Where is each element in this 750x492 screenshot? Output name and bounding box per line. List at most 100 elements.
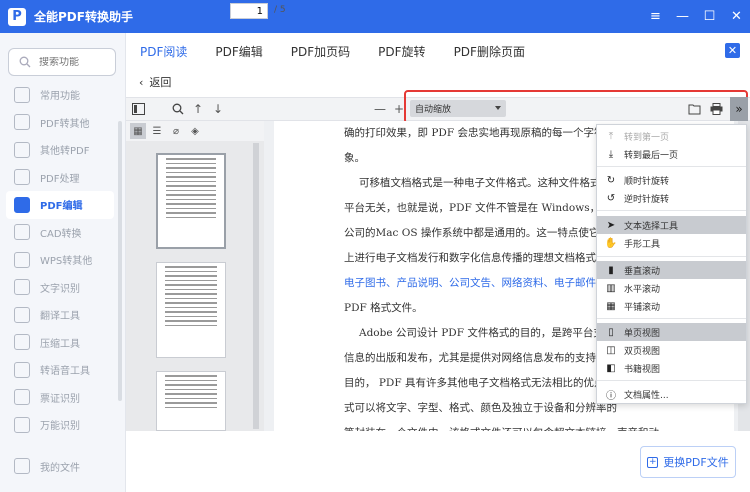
menu-item-double-page[interactable]: ◫ 双页视图 <box>597 341 746 359</box>
maximize-button[interactable]: ☐ <box>696 0 723 33</box>
tab-pdf-edit[interactable]: PDF编辑 <box>215 33 262 69</box>
menu-separator <box>597 256 746 257</box>
replace-pdf-label: 更换PDF文件 <box>663 456 729 469</box>
menu-item-label: 平铺滚动 <box>624 302 661 313</box>
search-input[interactable] <box>39 56 105 68</box>
tab-pdf-rotate[interactable]: PDF旋转 <box>378 33 425 69</box>
wps-icon <box>14 251 30 268</box>
menu-item-doc-properties[interactable]: ⓘ 文档属性... <box>597 385 746 403</box>
tab-pdf-page-number[interactable]: PDF加页码 <box>291 33 350 69</box>
menu-icon[interactable]: ≡ <box>642 0 669 33</box>
menu-item-label: 书籍视图 <box>624 364 661 375</box>
sidebar-scrollbar[interactable] <box>118 121 122 401</box>
tab-pdf-read[interactable]: PDF阅读 <box>140 33 187 69</box>
menu-item-last-page[interactable]: ⤓ 转到最后一页 <box>597 145 746 163</box>
cad-icon <box>14 224 30 241</box>
folder-icon <box>14 458 30 474</box>
page-thumbnail[interactable] <box>156 371 226 431</box>
secondary-toolbar-menu: ⤒ 转到第一页 ⤓ 转到最后一页 ↻ 顺时针旋转 ↺ 逆时针旋转 ➤ 文本选择工具 ✋ 手形… <box>596 124 747 404</box>
sidebar-item-cad[interactable]: CAD转换 <box>0 219 120 247</box>
menu-item-book-view[interactable]: ◧ 书籍视图 <box>597 359 746 377</box>
sidebar-item-pdf-to-other[interactable]: PDF转其他 <box>0 109 120 137</box>
close-window-button[interactable]: ✕ <box>723 0 750 33</box>
sidebar-item-common[interactable]: 常用功能 <box>0 81 120 109</box>
menu-item-label: 双页视图 <box>624 346 661 357</box>
sidebar-nav: 常用功能 PDF转其他 其他转PDF PDF处理 PDF编辑 CAD转换 WPS… <box>0 81 120 439</box>
arrow-down-icon[interactable]: ↓ <box>210 101 226 117</box>
menu-item-hand-tool[interactable]: ✋ 手形工具 <box>597 234 746 252</box>
zoom-value: 自动缩放 <box>415 105 452 115</box>
sidebar-item-label: PDF转其他 <box>40 118 90 130</box>
single-page-icon: ▯ <box>608 326 614 338</box>
menu-item-label: 文档属性... <box>624 390 669 401</box>
even-spread-icon: ◧ <box>606 362 616 374</box>
rotate-ccw-icon: ↺ <box>606 192 616 204</box>
sidebar-item-translate[interactable]: 翻译工具 <box>0 301 120 329</box>
menu-item-label: 垂直滚动 <box>624 266 661 277</box>
menu-item-label: 手形工具 <box>624 239 661 250</box>
menu-item-rotate-cw[interactable]: ↻ 顺时针旋转 <box>597 171 746 189</box>
thumbnail-scrollbar[interactable] <box>253 143 259 429</box>
menu-item-label: 顺时针旋转 <box>624 176 670 187</box>
menu-item-first-page[interactable]: ⤒ 转到第一页 <box>597 127 746 145</box>
tab-pdf-delete-pages[interactable]: PDF删除页面 <box>454 33 525 69</box>
my-files-link[interactable]: 我的文件 <box>14 458 80 474</box>
sidebar-item-tts[interactable]: 转语音工具 <box>0 356 120 384</box>
menu-separator <box>597 318 746 319</box>
sidebar-item-universal-ocr[interactable]: 万能识别 <box>0 411 120 439</box>
sidebar-toggle-icon[interactable] <box>130 101 146 117</box>
close-panel-button[interactable]: ✕ <box>725 43 740 58</box>
outline-icon[interactable]: ☰ <box>149 123 165 139</box>
vertical-scroll-icon: ▮ <box>608 264 614 276</box>
pdf-import-icon <box>14 141 30 158</box>
page-number-input[interactable] <box>230 3 268 19</box>
sidebar-item-pdf-edit[interactable]: PDF编辑 <box>6 191 114 219</box>
back-label: 返回 <box>149 76 172 89</box>
thumbnails-icon[interactable]: ▦ <box>130 123 146 139</box>
scan-icon <box>14 416 30 433</box>
menu-item-rotate-ccw[interactable]: ↺ 逆时针旋转 <box>597 189 746 207</box>
sidebar-item-label: 票证识别 <box>40 393 80 405</box>
sidebar-item-label: 万能识别 <box>40 421 80 433</box>
compress-icon <box>14 334 30 351</box>
sidebar-item-other-to-pdf[interactable]: 其他转PDF <box>0 136 120 164</box>
minimize-button[interactable]: — <box>669 0 696 33</box>
menu-item-single-page[interactable]: ▯ 单页视图 <box>597 323 746 341</box>
sidebar-item-label: 常用功能 <box>40 91 80 103</box>
menu-item-label: 转到最后一页 <box>624 150 679 161</box>
sidebar-item-label: 转语音工具 <box>40 366 90 378</box>
sidebar-item-ticket-ocr[interactable]: 票证识别 <box>0 384 120 412</box>
sidebar-item-pdf-process[interactable]: PDF处理 <box>0 164 120 192</box>
zoom-select[interactable]: 自动缩放 <box>410 100 506 117</box>
menu-item-wrapped-scroll[interactable]: ▦ 平铺滚动 <box>597 297 746 315</box>
sidebar-item-label: 文字识别 <box>40 283 80 295</box>
page-thumbnail[interactable] <box>156 153 226 249</box>
star-icon <box>14 86 30 103</box>
menu-item-vertical-scroll[interactable]: ▮ 垂直滚动 <box>597 261 746 279</box>
menu-item-horizontal-scroll[interactable]: ▥ 水平滚动 <box>597 279 746 297</box>
thumbnail-pane: ▦ ☰ ⌀ ◈ <box>126 121 264 431</box>
back-link[interactable]: ‹ 返回 <box>139 74 171 90</box>
sidebar-item-ocr[interactable]: 文字识别 <box>0 274 120 302</box>
sidebar-item-label: PDF编辑 <box>40 201 83 213</box>
sidebar-item-label: WPS转其他 <box>40 256 93 268</box>
app-logo: P <box>8 7 26 26</box>
sidebar-item-compress[interactable]: 压缩工具 <box>0 329 120 357</box>
search-icon[interactable] <box>170 101 186 117</box>
arrow-up-icon[interactable]: ↑ <box>190 101 206 117</box>
doc-line: 等封装在一个文件中。该格式文件还可以包含超文本链接、声音和动 <box>344 421 674 431</box>
more-tools-button[interactable]: » <box>730 97 748 121</box>
info-icon: ⓘ <box>606 390 616 402</box>
layers-icon[interactable]: ◈ <box>187 123 203 139</box>
pdf-process-icon <box>14 169 30 186</box>
cursor-icon: ➤ <box>606 219 616 231</box>
attachment-icon[interactable]: ⌀ <box>168 123 184 139</box>
menu-item-label: 逆时针旋转 <box>624 194 670 205</box>
window-controls: ≡ — ☐ ✕ <box>642 0 750 33</box>
sidebar-item-wps[interactable]: WPS转其他 <box>0 246 120 274</box>
zoom-out-icon[interactable]: — <box>372 101 388 117</box>
search-box[interactable] <box>8 48 116 76</box>
replace-pdf-button[interactable]: + 更换PDF文件 <box>640 446 736 478</box>
menu-item-text-select[interactable]: ➤ 文本选择工具 <box>597 216 746 234</box>
page-thumbnail[interactable] <box>156 262 226 358</box>
